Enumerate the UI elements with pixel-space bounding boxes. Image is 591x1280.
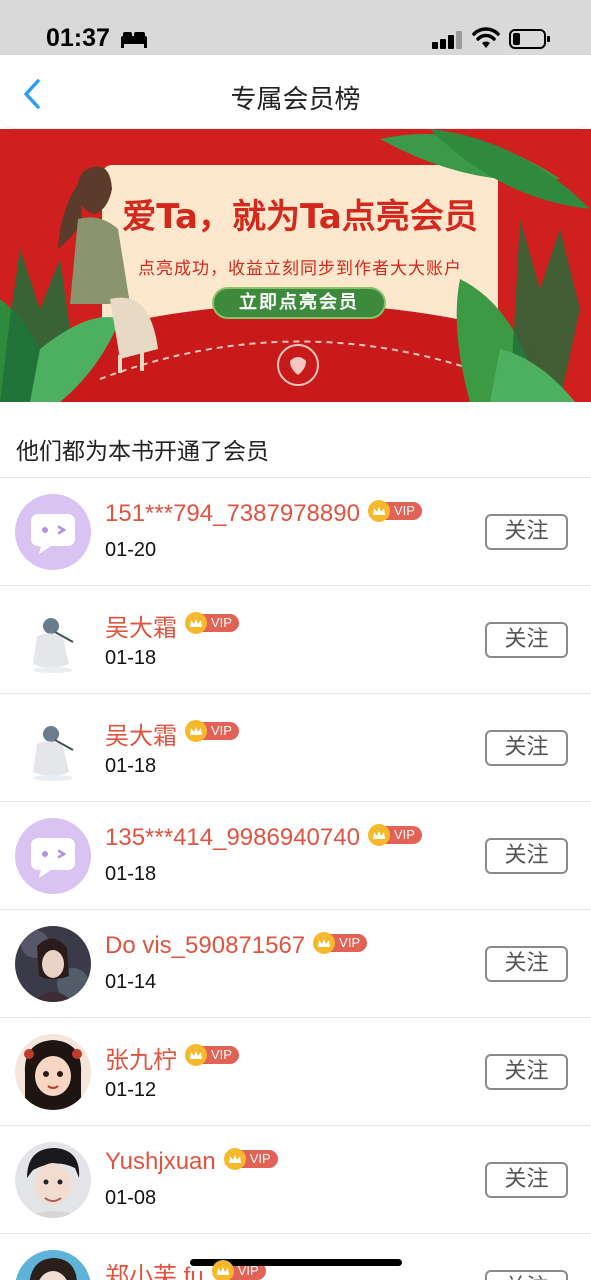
name-line: 张九柠 VIP	[105, 1040, 239, 1075]
follow-button[interactable]: 关注	[485, 514, 568, 550]
photo-avatar	[15, 1250, 91, 1280]
member-name[interactable]: 吴大霜	[105, 716, 177, 751]
sleep-mode-icon	[121, 32, 147, 48]
follow-button[interactable]: 关注	[485, 730, 568, 766]
light-up-membership-button[interactable]: 立即点亮会员	[212, 287, 386, 319]
avatar[interactable]	[15, 1142, 91, 1218]
crown-icon	[185, 611, 207, 634]
follow-button[interactable]: 关注	[485, 838, 568, 874]
vip-badge: VIP	[223, 1148, 278, 1170]
vip-badge: VIP	[313, 932, 368, 954]
list-item[interactable]: Do vis_590871567 VIP 01-14 关注	[0, 910, 591, 1018]
avatar[interactable]	[15, 818, 91, 894]
crown-icon	[367, 824, 390, 846]
crown-icon	[313, 932, 336, 954]
member-date: 01-18	[105, 863, 157, 885]
status-time: 01:37	[46, 24, 110, 52]
member-name[interactable]: Do vis_590871567	[105, 932, 305, 960]
status-bar: 01:37	[0, 0, 591, 55]
member-date: 01-14	[105, 971, 157, 993]
name-line: 吴大霜 VIP	[105, 608, 239, 643]
member-date: 01-12	[105, 1079, 157, 1101]
list-item[interactable]: 151***794_7387978890 VIP 01-20 关注	[0, 478, 591, 586]
follow-button[interactable]: 关注	[485, 946, 568, 982]
cellular-signal-icon	[432, 31, 462, 49]
list-item[interactable]: 135***414_9986940740 VIP 01-18 关注	[0, 802, 591, 910]
vip-badge: VIP	[185, 1043, 239, 1066]
wifi-icon	[472, 27, 500, 48]
follow-button[interactable]: 关注	[485, 622, 568, 658]
illustration-avatar	[15, 710, 91, 786]
page-title: 专属会员榜	[230, 85, 361, 115]
avatar[interactable]	[15, 1250, 91, 1280]
avatar[interactable]	[15, 494, 91, 570]
nav-bar: 专属会员榜	[0, 55, 591, 129]
name-line: Do vis_590871567 VIP	[105, 932, 368, 960]
vip-badge: VIP	[367, 500, 422, 522]
member-list: 151***794_7387978890 VIP 01-20 关注 吴大霜 VI…	[0, 478, 591, 1280]
name-line: 151***794_7387978890 VIP	[105, 500, 422, 528]
avatar[interactable]	[15, 602, 91, 678]
page: 01:37 专属会员榜 爱Ta，就为Ta点亮会员 点亮成功，收益立刻同步到作者大…	[0, 0, 591, 1280]
crown-icon	[223, 1148, 246, 1170]
follow-button[interactable]: 关注	[485, 1162, 568, 1198]
name-line: Yushjxuan VIP	[105, 1148, 278, 1176]
section-title: 他们都为本书开通了会员	[16, 439, 269, 465]
crown-icon	[211, 1259, 234, 1280]
member-name[interactable]: 张九柠	[105, 1040, 177, 1075]
banner-subtitle: 点亮成功，收益立刻同步到作者大大账户	[138, 259, 462, 279]
list-item[interactable]: 吴大霜 VIP 01-18 关注	[0, 586, 591, 694]
crown-icon	[185, 1043, 207, 1066]
photo-avatar	[15, 926, 91, 1002]
name-line: 135***414_9986940740 VIP	[105, 824, 422, 852]
list-item[interactable]: 张九柠 VIP 01-12 关注	[0, 1018, 591, 1126]
member-date: 01-08	[105, 1187, 157, 1209]
vip-badge: VIP	[185, 611, 239, 634]
member-name[interactable]: 吴大霜	[105, 608, 177, 643]
chat-bubble-icon	[15, 818, 91, 894]
member-name[interactable]: 郑小芙 fu	[105, 1256, 204, 1280]
member-name[interactable]: 151***794_7387978890	[105, 500, 360, 528]
member-name[interactable]: Yushjxuan	[105, 1148, 216, 1176]
member-date: 01-18	[105, 755, 157, 777]
banner-headline: 爱Ta，就为Ta点亮会员	[122, 197, 478, 237]
list-item[interactable]: 郑小芙 fu VIP 关注	[0, 1234, 591, 1280]
list-item[interactable]: 吴大霜 VIP 01-18 关注	[0, 694, 591, 802]
avatar[interactable]	[15, 926, 91, 1002]
list-item[interactable]: Yushjxuan VIP 01-08 关注	[0, 1126, 591, 1234]
follow-button[interactable]: 关注	[485, 1270, 568, 1280]
follow-button[interactable]: 关注	[485, 1054, 568, 1090]
name-line: 吴大霜 VIP	[105, 716, 239, 751]
member-name[interactable]: 135***414_9986940740	[105, 824, 360, 852]
member-date: 01-18	[105, 647, 157, 669]
crown-icon	[367, 500, 390, 522]
chat-bubble-icon	[15, 494, 91, 570]
vip-badge: VIP	[367, 824, 422, 846]
cartoon-girl-avatar	[15, 1034, 91, 1110]
battery-icon	[509, 29, 550, 49]
avatar[interactable]	[15, 1034, 91, 1110]
illustration-avatar	[15, 602, 91, 678]
crown-icon	[185, 719, 207, 742]
member-date: 01-20	[105, 539, 157, 561]
promo-banner[interactable]: 爱Ta，就为Ta点亮会员 点亮成功，收益立刻同步到作者大大账户 立即点亮会员	[0, 129, 591, 402]
photo-avatar	[15, 1142, 91, 1218]
vip-badge: VIP	[185, 719, 239, 742]
avatar[interactable]	[15, 710, 91, 786]
